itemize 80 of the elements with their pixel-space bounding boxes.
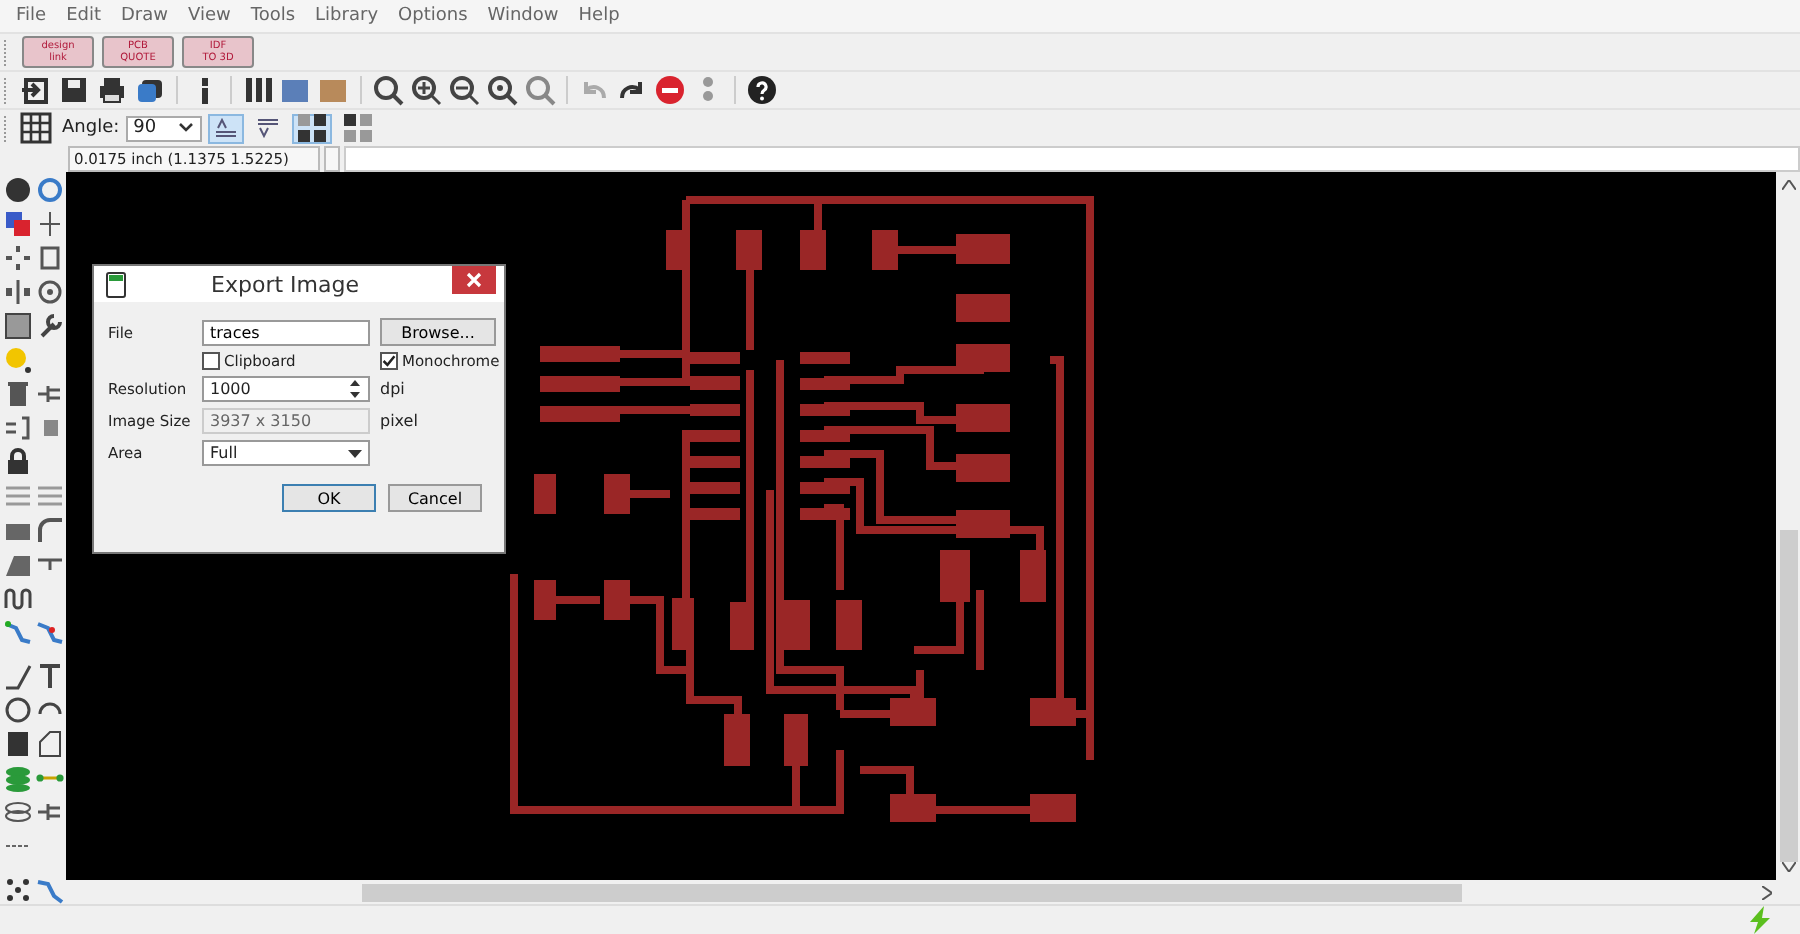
color-blocks-icon[interactable] xyxy=(4,210,32,238)
text-icon[interactable] xyxy=(36,662,64,690)
zoom-fit-icon[interactable] xyxy=(486,74,518,106)
plug-icon[interactable] xyxy=(36,798,64,826)
area-dropdown[interactable]: Full xyxy=(202,440,370,466)
print-icon[interactable] xyxy=(96,74,128,106)
route-icon[interactable] xyxy=(4,618,32,646)
lock-icon[interactable] xyxy=(4,448,32,476)
rotate-icon[interactable] xyxy=(36,278,64,306)
unit-label: dpi xyxy=(380,380,407,398)
polygon-icon[interactable] xyxy=(36,730,64,758)
grid-icon[interactable] xyxy=(20,112,52,144)
dot-icon[interactable] xyxy=(4,346,32,374)
circle-outline-icon[interactable] xyxy=(4,696,32,724)
plug-icon[interactable] xyxy=(36,380,64,408)
checkmark-icon xyxy=(382,354,396,368)
bars-icon[interactable] xyxy=(242,74,274,106)
caret-icon xyxy=(177,122,194,134)
zoom-in-icon[interactable] xyxy=(410,74,442,106)
stop-icon[interactable] xyxy=(654,74,686,106)
save-icon[interactable] xyxy=(58,74,90,106)
curve-icon[interactable] xyxy=(36,516,64,544)
close-button[interactable] xyxy=(452,266,496,294)
stack-outline-icon[interactable] xyxy=(4,798,32,826)
menu-item[interactable]: Window xyxy=(477,6,569,26)
grid-layout-icon[interactable] xyxy=(343,114,372,142)
scroll-right-icon[interactable] xyxy=(1762,885,1772,899)
grid-layout-icon[interactable] xyxy=(297,114,326,142)
text-toggle-button[interactable] xyxy=(207,113,244,143)
file-name-field[interactable]: traces xyxy=(202,319,370,345)
menu-item[interactable]: Draw xyxy=(111,6,179,26)
image-size-field: 3937 x 3150 xyxy=(202,408,370,434)
scroll-up-icon[interactable] xyxy=(1781,180,1795,190)
zoom-icon[interactable] xyxy=(372,74,404,106)
layers-icon[interactable] xyxy=(134,74,166,106)
bracket-icon[interactable] xyxy=(4,414,32,442)
angle-label: Angle: xyxy=(62,118,120,138)
menu-item[interactable]: Edit xyxy=(56,6,111,26)
help-icon[interactable] xyxy=(746,74,778,106)
caret-icon xyxy=(348,449,362,457)
layout-toggle-button[interactable] xyxy=(291,113,332,143)
dialog-title: Export Image xyxy=(209,271,361,297)
wave-icon[interactable] xyxy=(4,584,32,612)
move-icon[interactable] xyxy=(4,244,32,272)
menu-item[interactable]: View xyxy=(178,6,241,26)
menu-item[interactable]: File xyxy=(6,6,57,26)
line-icon[interactable] xyxy=(4,662,32,690)
trash-icon[interactable] xyxy=(4,380,32,408)
cancel-button[interactable]: Cancel xyxy=(388,484,482,512)
status-field xyxy=(324,146,340,172)
mirror-icon[interactable] xyxy=(4,278,32,306)
crosshair-icon[interactable] xyxy=(36,210,64,238)
text-below-line-icon[interactable] xyxy=(255,118,280,138)
copy-icon[interactable] xyxy=(36,244,64,272)
route-icon[interactable] xyxy=(36,618,64,646)
zoom-out-icon[interactable] xyxy=(448,74,480,106)
scrollbar-thumb[interactable] xyxy=(1779,529,1797,863)
scrollbar-thumb[interactable] xyxy=(362,883,1462,901)
scatter-icon[interactable] xyxy=(4,876,32,904)
scroll-down-icon[interactable] xyxy=(1781,862,1795,872)
ok-button[interactable]: OK xyxy=(282,484,376,512)
filled-rectangle-icon[interactable] xyxy=(4,730,32,758)
angle-dropdown[interactable]: 90 xyxy=(125,115,202,141)
square-icon[interactable] xyxy=(4,312,32,340)
resolution-spinbox[interactable]: 1000 xyxy=(202,376,370,402)
spinner-arrows-icon[interactable] xyxy=(348,378,362,400)
unit-label: pixel xyxy=(380,412,420,430)
circle-icon[interactable] xyxy=(4,176,32,204)
wrench-icon[interactable] xyxy=(36,312,64,340)
menu-item[interactable]: Tools xyxy=(240,6,306,26)
text-above-line-icon[interactable] xyxy=(213,118,238,138)
app-icon xyxy=(106,271,126,297)
browse-button[interactable]: Browse... xyxy=(380,318,496,346)
ramp-icon[interactable] xyxy=(4,550,32,578)
menu-item[interactable]: Library xyxy=(305,6,389,26)
close-icon[interactable] xyxy=(466,272,482,288)
menu-item[interactable]: Help xyxy=(568,6,630,26)
import-icon[interactable] xyxy=(20,74,52,106)
autoroute-icon[interactable] xyxy=(36,876,64,904)
menu-item[interactable]: Options xyxy=(388,6,478,26)
